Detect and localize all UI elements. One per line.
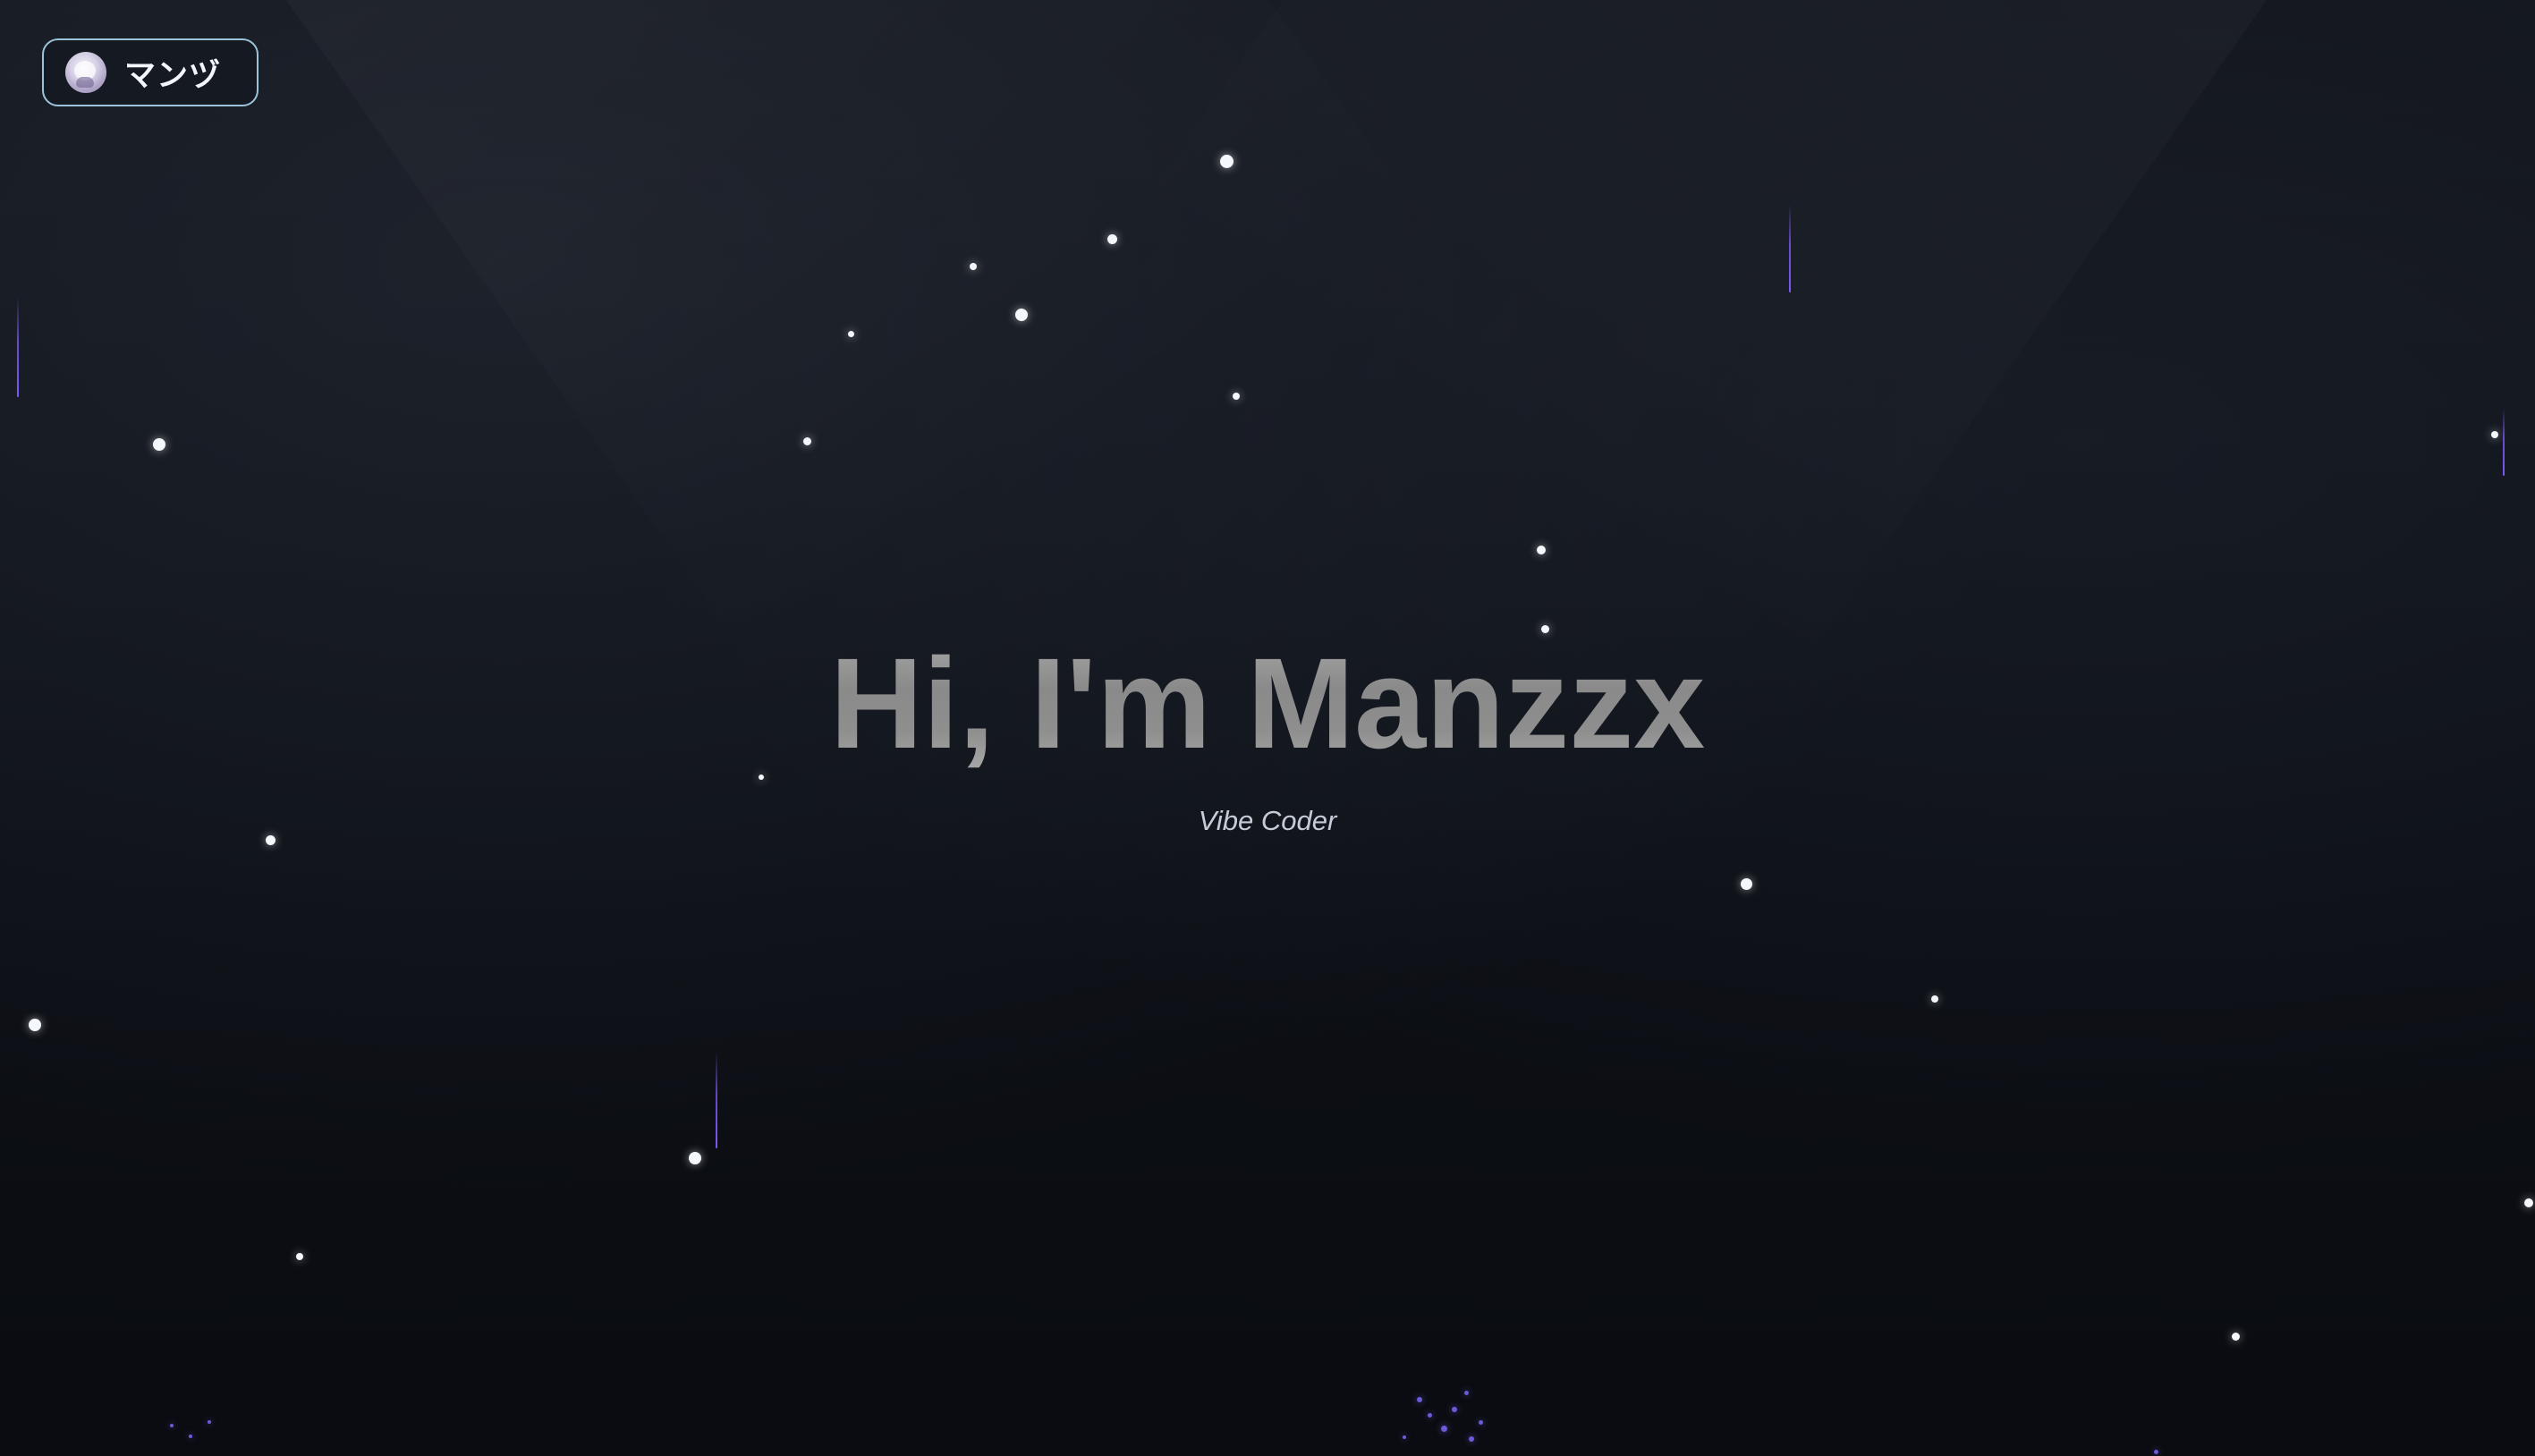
star <box>153 438 165 451</box>
meteor-streak <box>716 1052 717 1148</box>
star <box>296 1253 303 1260</box>
landing-page: マンヅ Hi, I'm Manzzx Vibe Coder <box>0 0 2535 1456</box>
star <box>803 437 811 445</box>
brand-profile-button[interactable]: マンヅ <box>42 38 259 106</box>
star <box>1220 155 1234 168</box>
star <box>2232 1333 2240 1341</box>
particle <box>1428 1413 1432 1418</box>
profile-avatar-icon <box>65 52 106 93</box>
light-ray-left <box>161 0 1437 700</box>
star <box>1015 309 1028 321</box>
star <box>759 775 764 780</box>
star <box>2491 431 2498 438</box>
star <box>1741 878 1752 890</box>
meteor-streak <box>2503 408 2505 476</box>
star <box>689 1152 701 1164</box>
light-ray-right <box>1116 0 2392 700</box>
particle <box>1464 1391 1469 1395</box>
particle <box>2154 1450 2158 1454</box>
particle <box>1417 1397 1422 1402</box>
brand-name: マンヅ <box>124 57 222 93</box>
star <box>1107 234 1117 244</box>
hero-subtitle: Vibe Coder <box>1198 805 1337 836</box>
star <box>1537 546 1546 554</box>
star <box>1931 995 1938 1003</box>
particle <box>1479 1420 1483 1425</box>
meteor-streak <box>1789 205 1791 292</box>
star <box>266 835 276 845</box>
star <box>970 263 977 270</box>
particle <box>189 1435 192 1438</box>
star <box>1233 393 1240 400</box>
star <box>1541 625 1549 633</box>
hero-title: Hi, I'm Manzzx <box>0 639 2535 768</box>
star <box>29 1019 41 1031</box>
particle <box>1452 1407 1457 1412</box>
star <box>2524 1198 2533 1207</box>
particle <box>208 1420 211 1424</box>
particle <box>1403 1435 1406 1439</box>
star <box>848 331 854 337</box>
particle <box>170 1424 174 1427</box>
particle <box>1469 1436 1474 1442</box>
particle <box>1441 1426 1447 1432</box>
meteor-streak <box>17 297 19 397</box>
